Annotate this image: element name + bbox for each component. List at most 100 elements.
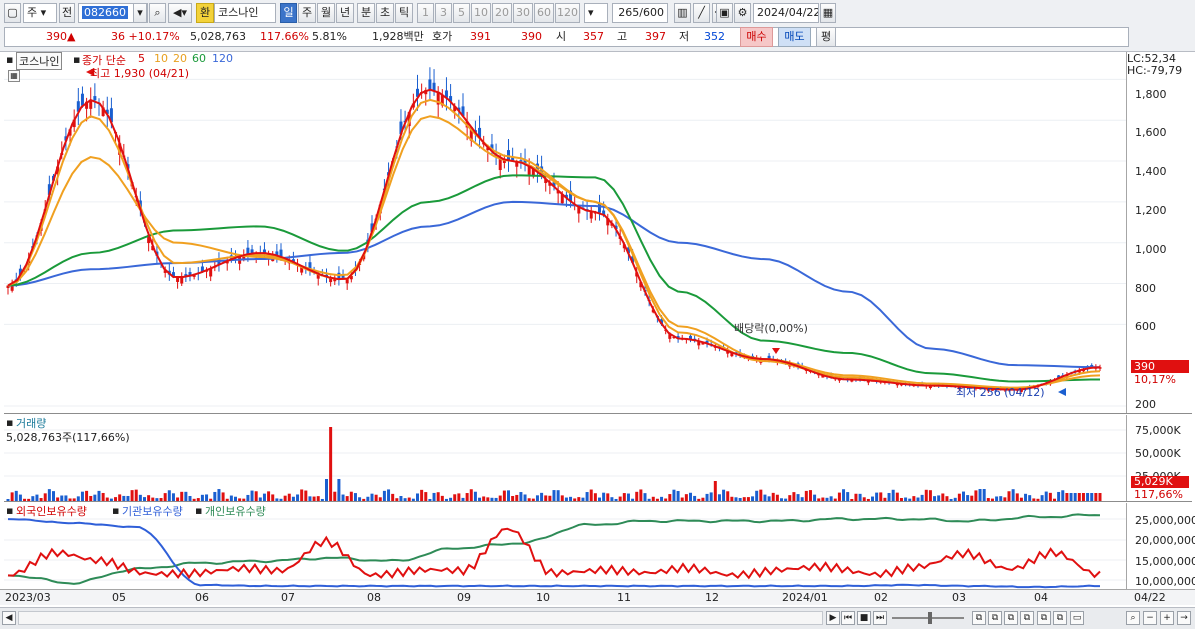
candle-type-icon[interactable]: ▥ [674, 3, 691, 23]
grid-icon: ▪ [6, 416, 14, 429]
period-day-button[interactable]: 일 [280, 3, 297, 23]
scroll-right-icon[interactable]: ▶ [826, 611, 840, 625]
volume-bar [1057, 491, 1061, 501]
scroll-track[interactable] [18, 611, 823, 625]
zoom-slider-handle[interactable] [928, 612, 932, 624]
x-tick: 09 [457, 591, 471, 604]
volume-bar [1069, 493, 1073, 501]
gear-icon[interactable]: ⚙ [734, 3, 751, 23]
price-panel[interactable]: ▪ 코스나인 ▪ 종가 단순 5 10 20 60 120 ▦ 최고 1,930… [4, 52, 1126, 413]
window-icon[interactable]: ⧉ [1037, 611, 1051, 625]
minute-3-button[interactable]: 3 [435, 3, 452, 23]
scroll-bar[interactable]: ◀ ▶ ⏮ ■ ⏭ ⧉ ⧉ ⧉ ⧉ ⧉ ⧉ ▭ ⌕ − + → [0, 607, 1195, 629]
window-icon[interactable]: ⧉ [1004, 611, 1018, 625]
market-type-select[interactable]: 주 ▾ [23, 3, 57, 23]
zoom-out-icon[interactable]: − [1143, 611, 1157, 625]
stock-legend[interactable]: 코스나인 [16, 52, 63, 70]
period-month-button[interactable]: 월 [317, 3, 335, 23]
scroll-start-icon[interactable]: ⏮ [841, 611, 855, 625]
ma5-legend: 5 [138, 52, 145, 65]
minute-20-button[interactable]: 20 [492, 3, 512, 23]
volume-bar [1090, 493, 1094, 501]
layout-icon[interactable]: ▢ [4, 3, 21, 23]
x-tick: 04/22 [1134, 591, 1166, 604]
window-icon[interactable]: ⧉ [972, 611, 986, 625]
save-icon[interactable]: ▣ [716, 3, 733, 23]
expand-icon[interactable]: → [1177, 611, 1191, 625]
period-week-button[interactable]: 주 [298, 3, 316, 23]
volume-y-axis[interactable]: 75,000K 50,000K 25,000K 5,029K 117,66% [1126, 415, 1192, 501]
volume-chart[interactable] [4, 415, 1126, 501]
x-axis: 2023/03 05 06 07 08 09 10 11 12 2024/01 … [0, 589, 1195, 605]
volume-bar [52, 491, 55, 501]
y-tick: 1,800 [1135, 88, 1167, 101]
volume-bar [1065, 493, 1069, 501]
period-tick-button[interactable]: 틱 [395, 3, 413, 23]
code-dropdown-icon[interactable]: ▾ [133, 3, 147, 23]
volume-bar [337, 479, 341, 501]
volume-bar [689, 492, 692, 501]
interval-dropdown[interactable]: ▾ [584, 3, 608, 23]
period-minute-button[interactable]: 분 [357, 3, 375, 23]
buy-button[interactable]: 매수 [740, 27, 773, 47]
search-icon[interactable]: ⌕ [1126, 611, 1140, 625]
minute-5-button[interactable]: 5 [453, 3, 470, 23]
eval-button[interactable]: 평 [816, 27, 836, 47]
search-icon[interactable]: ⌕ [149, 3, 166, 23]
data-count-field[interactable]: 265/600 [612, 3, 668, 23]
volume-bar [14, 490, 18, 501]
scroll-left-icon[interactable]: ◀ [2, 611, 16, 625]
period-year-button[interactable]: 년 [336, 3, 354, 23]
sell-button[interactable]: 매도 [778, 27, 811, 47]
table-icon[interactable]: ▦ [8, 70, 20, 82]
window-icon[interactable]: ⧉ [988, 611, 1002, 625]
layout-icon[interactable]: ▭ [1070, 611, 1084, 625]
stop-icon[interactable]: ■ [857, 611, 871, 625]
minute-1-button[interactable]: 1 [417, 3, 434, 23]
panel-divider[interactable] [4, 501, 1192, 502]
window-icon[interactable]: ⧉ [1020, 611, 1034, 625]
candle [176, 277, 180, 282]
minute-30-button[interactable]: 30 [513, 3, 533, 23]
prev-button[interactable]: 전 [59, 3, 75, 23]
volume-bar [585, 492, 589, 501]
holding-panel[interactable]: ▪ 외국인보유수량 ▪ 기관보유수량 ▪ 개인보유수량 [4, 503, 1126, 589]
price-chart[interactable] [4, 52, 1126, 413]
scroll-end-icon[interactable]: ⏭ [873, 611, 887, 625]
calendar-icon[interactable]: ▦ [820, 3, 836, 23]
volume-bar [978, 489, 982, 501]
open-label: 시 [556, 30, 567, 43]
volume-bar [974, 490, 978, 501]
zoom-in-icon[interactable]: + [1160, 611, 1174, 625]
draw-line-icon[interactable]: ╱ [693, 3, 710, 23]
volume-bar [635, 491, 639, 501]
data-count-value: 265 [618, 6, 640, 19]
currency-button[interactable]: 환 [196, 3, 214, 23]
volume-bar [672, 489, 676, 501]
sound-icon[interactable]: ◀▾ [168, 3, 192, 23]
date-input[interactable]: 2024/04/22 [753, 3, 819, 23]
volume-bar [759, 489, 763, 501]
price-y-axis[interactable]: LC:52,34 HC:-79,79 1,800 1,600 1,400 1,2… [1126, 52, 1192, 413]
minute-120-button[interactable]: 120 [555, 3, 580, 23]
volume-bar [602, 492, 606, 501]
volume-panel[interactable]: ▪ 거래량 5,028,763주(117,66%) [4, 415, 1126, 501]
volume-bar [457, 493, 461, 501]
period-second-button[interactable]: 초 [376, 3, 394, 23]
panel-divider[interactable] [4, 413, 1192, 414]
x-tick: 03 [952, 591, 966, 604]
volume-bar [217, 489, 221, 501]
grid-icon: ▪ [6, 53, 14, 66]
x-tick: 06 [195, 591, 209, 604]
minute-10-button[interactable]: 10 [471, 3, 491, 23]
volume-bar [726, 491, 730, 501]
minute-60-button[interactable]: 60 [534, 3, 554, 23]
window-icon[interactable]: ⧉ [1053, 611, 1067, 625]
ma-legend-icon: ▪ [73, 53, 81, 66]
holding-y-axis[interactable]: 25,000,000 20,000,000 15,000,000 10,000,… [1126, 503, 1195, 589]
volume-bar [101, 492, 105, 501]
volume-bar [254, 491, 258, 501]
volume-bar [846, 492, 850, 501]
volume-bar [1061, 490, 1065, 501]
x-tick: 11 [617, 591, 631, 604]
